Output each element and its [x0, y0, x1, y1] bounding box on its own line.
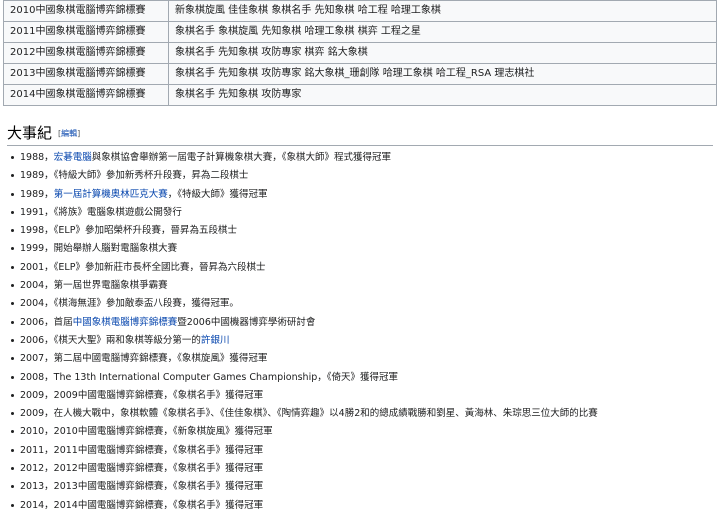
item-text: 2011，2011中國電腦博弈錦標賽，《象棋名手》獲得冠軍 — [20, 444, 264, 456]
item-text: 1998，《ELP》參加昭榮杯升段賽，晉昇為五段棋士 — [20, 225, 237, 237]
list-item: 2006，首屆中國象棋電腦博弈錦標賽暨2006中國機器博弈學術研討會 — [5, 314, 717, 332]
item-text: 1999，開始舉辦人腦對電腦象棋大賽 — [20, 243, 178, 255]
bullet-icon — [11, 467, 14, 471]
list-item: 1989，《特級大師》參加新秀杯升段賽，昇為二段棋士 — [5, 167, 717, 185]
bullet-icon — [11, 156, 14, 159]
list-item: 2009，在人機大戰中，象棋軟體《象棋名手》、《佳佳象棋》、《陶情弈趣》以4勝2… — [5, 405, 717, 423]
event-cell: 2011中國象棋電腦博弈錦標賽 — [3, 21, 169, 43]
table-row: 2014中國象棋電腦博弈錦標賽 象棋名手 先知象棋 攻防專家 — [3, 84, 717, 106]
item-text: 2006，首屆 — [20, 316, 73, 328]
winners-cell: 象棋名手 先知象棋 攻防專家 棋弈 銘大象棋 — [168, 42, 717, 64]
bullet-icon — [11, 448, 14, 452]
bullet-icon — [11, 412, 14, 416]
item-text: 2009，2009中國電腦博弈錦標賽，《象棋名手》獲得冠軍 — [20, 389, 264, 401]
event-cell: 2012中國象棋電腦博弈錦標賽 — [3, 42, 169, 64]
bullet-icon — [11, 284, 14, 288]
list-item: 2008，The 13th International Computer Gam… — [5, 369, 717, 387]
article-content: 2010中國象棋電腦博弈錦標賽 新象棋旋風 佳佳象棋 象棋名手 先知象棋 哈工程… — [0, 0, 720, 523]
section-heading: 大事紀 [編輯] — [7, 123, 713, 146]
list-item: 2010，2010中國電腦博弈錦標賽，《新象棋旋風》獲得冠軍 — [5, 423, 717, 441]
event-cell: 2014中國象棋電腦博弈錦標賽 — [3, 84, 169, 106]
item-text: 1989，《特級大師》參加新秀杯升段賽，昇為二段棋士 — [20, 170, 249, 182]
edit-section: [編輯] — [58, 129, 80, 138]
bullet-icon — [11, 210, 14, 214]
bullet-icon — [11, 174, 14, 178]
table-row: 2010中國象棋電腦博弈錦標賽 新象棋旋風 佳佳象棋 象棋名手 先知象棋 哈工程… — [3, 0, 717, 22]
list-item: 1988，宏碁電腦與象棋協會舉辦第一屆電子計算機象棋大賽，《象棋大師》程式獲得冠… — [5, 149, 717, 167]
list-item: 1998，《ELP》參加昭榮杯升段賽，晉昇為五段棋士 — [5, 222, 717, 240]
item-link[interactable]: 第一屆計算機奧林匹克大賽 — [54, 189, 168, 200]
list-item: 2013，2013中國電腦博弈錦標賽，《象棋名手》獲得冠軍 — [5, 478, 717, 496]
bullet-icon — [11, 247, 14, 251]
item-text: 1991，《將族》電腦象棋遊戲公開發行 — [20, 206, 182, 218]
edit-section-link[interactable]: 編輯 — [61, 129, 77, 138]
bullet-icon — [11, 229, 14, 233]
bullet-icon — [11, 503, 14, 507]
item-text: 2013，2013中國電腦博弈錦標賽，《象棋名手》獲得冠軍 — [20, 481, 264, 493]
list-item: 1999，開始舉辦人腦對電腦象棋大賽 — [5, 240, 717, 258]
item-text: 2007，第二屆中國電腦博弈錦標賽，《象棋旋風》獲得冠軍 — [20, 353, 268, 365]
item-text: 2006，《棋天大聖》兩和象棋等級分第一的 — [20, 334, 201, 346]
bullet-icon — [11, 393, 14, 397]
bullet-icon — [11, 485, 14, 489]
winners-cell: 新象棋旋風 佳佳象棋 象棋名手 先知象棋 哈工程 哈理工象棋 — [168, 0, 717, 22]
item-text: 2008，The 13th International Computer Gam… — [20, 371, 398, 383]
list-item: 2011，2011中國電腦博弈錦標賽，《象棋名手》獲得冠軍 — [5, 442, 717, 460]
bullet-icon — [11, 192, 14, 196]
item-text: 與象棋協會舉辦第一屆電子計算機象棋大賽，《象棋大師》程式獲得冠軍 — [91, 152, 391, 163]
list-item: 2006，《棋天大聖》兩和象棋等級分第一的許銀川 — [5, 332, 717, 350]
winners-cell: 象棋名手 先知象棋 攻防專家 銘大象棋_珊創隊 哈理工象棋 哈工程_RSA 理志… — [168, 63, 717, 85]
item-link[interactable]: 中國象棋電腦博弈錦標賽 — [73, 317, 178, 328]
bullet-icon — [11, 357, 14, 361]
list-item: 2014，2014中國電腦博弈錦標賽，《象棋名手》獲得冠軍 — [5, 497, 717, 515]
list-item: 1991，《將族》電腦象棋遊戲公開發行 — [5, 204, 717, 222]
table-row: 2012中國象棋電腦博弈錦標賽 象棋名手 先知象棋 攻防專家 棋弈 銘大象棋 — [3, 42, 717, 64]
item-text: ，《特級大師》獲得冠軍 — [167, 188, 268, 200]
bullet-icon — [11, 338, 14, 342]
item-text: 2014，2014中國電腦博弈錦標賽，《象棋名手》獲得冠軍 — [20, 499, 264, 511]
table-row: 2013中國象棋電腦博弈錦標賽 象棋名手 先知象棋 攻防專家 銘大象棋_珊創隊 … — [3, 63, 717, 85]
section-title: 大事紀 — [7, 124, 53, 142]
winners-cell: 象棋名手 象棋旋風 先知象棋 哈理工象棋 棋弈 工程之星 — [168, 21, 717, 43]
championship-results-table: 2010中國象棋電腦博弈錦標賽 新象棋旋風 佳佳象棋 象棋名手 先知象棋 哈工程… — [3, 0, 717, 106]
bullet-icon — [11, 430, 14, 434]
timeline-list: 1988，宏碁電腦與象棋協會舉辦第一屆電子計算機象棋大賽，《象棋大師》程式獲得冠… — [5, 149, 717, 515]
item-text: 2001，《ELP》參加新莊市長杯全國比賽，晉昇為六段棋士 — [20, 261, 266, 273]
list-item: 2001，《ELP》參加新莊市長杯全國比賽，晉昇為六段棋士 — [5, 259, 717, 277]
item-link[interactable]: 宏碁電腦 — [54, 152, 92, 163]
event-cell: 2010中國象棋電腦博弈錦標賽 — [3, 0, 169, 22]
list-item: 2012，2012中國電腦博弈錦標賽，《象棋名手》獲得冠軍 — [5, 460, 717, 478]
item-text: 2004，《棋海無涯》參加敵泰盃八段賽，獲得冠軍。 — [20, 298, 239, 310]
bullet-icon — [11, 302, 14, 306]
winners-cell: 象棋名手 先知象棋 攻防專家 — [168, 84, 717, 106]
bullet-icon — [11, 265, 14, 269]
table-row: 2011中國象棋電腦博弈錦標賽 象棋名手 象棋旋風 先知象棋 哈理工象棋 棋弈 … — [3, 21, 717, 43]
item-text: 2004，第一屆世界電腦象棋爭霸賽 — [20, 280, 168, 292]
list-item: 2007，第二屆中國電腦博弈錦標賽，《象棋旋風》獲得冠軍 — [5, 350, 717, 368]
bullet-icon — [11, 375, 14, 379]
list-item: 2009，2009中國電腦博弈錦標賽，《象棋名手》獲得冠軍 — [5, 387, 717, 405]
item-text: 1989， — [20, 188, 54, 200]
list-item: 2004，《棋海無涯》參加敵泰盃八段賽，獲得冠軍。 — [5, 295, 717, 313]
item-text: 暨2006中國機器博弈學術研討會 — [177, 316, 316, 328]
item-text: 2012，2012中國電腦博弈錦標賽，《象棋名手》獲得冠軍 — [20, 463, 264, 475]
event-cell: 2013中國象棋電腦博弈錦標賽 — [3, 63, 169, 85]
item-link[interactable]: 許銀川 — [201, 335, 230, 346]
list-item: 1989，第一屆計算機奧林匹克大賽，《特級大師》獲得冠軍 — [5, 186, 717, 204]
item-text: 2010，2010中國電腦博弈錦標賽，《新象棋旋風》獲得冠軍 — [20, 426, 273, 438]
item-text: 1988， — [20, 152, 54, 163]
item-text: 2009，在人機大戰中，象棋軟體《象棋名手》、《佳佳象棋》、《陶情弈趣》以4勝2… — [20, 408, 598, 420]
edit-bracket-close: ] — [77, 129, 81, 138]
bullet-icon — [11, 320, 14, 324]
list-item: 2004，第一屆世界電腦象棋爭霸賽 — [5, 277, 717, 295]
